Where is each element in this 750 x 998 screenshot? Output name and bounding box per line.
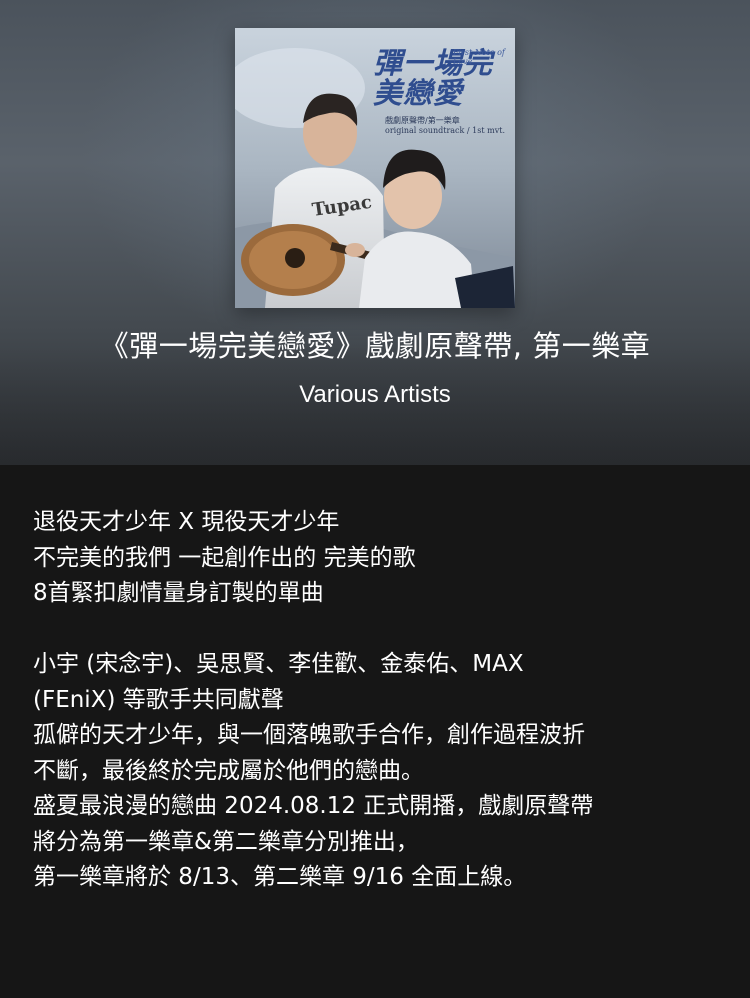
description-line: 盛夏最浪漫的戀曲 2024.08.12 正式開播，戲劇原聲帶: [33, 793, 594, 819]
album-title: 《彈一場完美戀愛》戲劇原聲帶, 第一樂章: [99, 329, 651, 363]
album-header: Tupac 彈一場完美戀愛 First Note of Love 戲劇原聲帶/第…: [0, 0, 750, 465]
description-line: 第一樂章將於 8/13、第二樂章 9/16 全面上線。: [33, 864, 527, 890]
cover-subtitle-zh: 戲劇原聲帶/第一樂章: [385, 116, 460, 125]
album-artist-link[interactable]: Various Artists: [0, 381, 750, 409]
album-description: 退役天才少年 X 現役天才少年 不完美的我們 一起創作出的 完美的歌 8首緊扣劇…: [33, 505, 723, 896]
description-line: 孤僻的天才少年，與一個落魄歌手合作，創作過程波折: [33, 722, 585, 748]
description-line: 小宇 (宋念宇)、吳思賢、李佳歡、金泰佑、MAX: [33, 651, 524, 677]
description-line: 不斷，最後終於完成屬於他們的戀曲。: [33, 757, 424, 784]
album-cover-art[interactable]: Tupac 彈一場完美戀愛 First Note of Love 戲劇原聲帶/第…: [235, 28, 515, 308]
description-line: 8首緊扣劇情量身訂製的單曲: [33, 580, 324, 606]
description-line: 不完美的我們 一起創作出的 完美的歌: [33, 544, 416, 571]
description-blank-line: [33, 612, 723, 648]
cover-subtitle-en: original soundtrack / 1st mvt.: [385, 126, 505, 135]
description-line: (FEniX) 等歌手共同獻聲: [33, 686, 284, 713]
cover-title-english: First Note of Love: [453, 48, 505, 66]
cover-subtitle: 戲劇原聲帶/第一樂章 original soundtrack / 1st mvt…: [385, 116, 513, 136]
description-line: 退役天才少年 X 現役天才少年: [33, 509, 340, 535]
description-line: 將分為第一樂章&第二樂章分別推出，: [33, 828, 419, 855]
album-page: Tupac 彈一場完美戀愛 First Note of Love 戲劇原聲帶/第…: [0, 0, 750, 998]
